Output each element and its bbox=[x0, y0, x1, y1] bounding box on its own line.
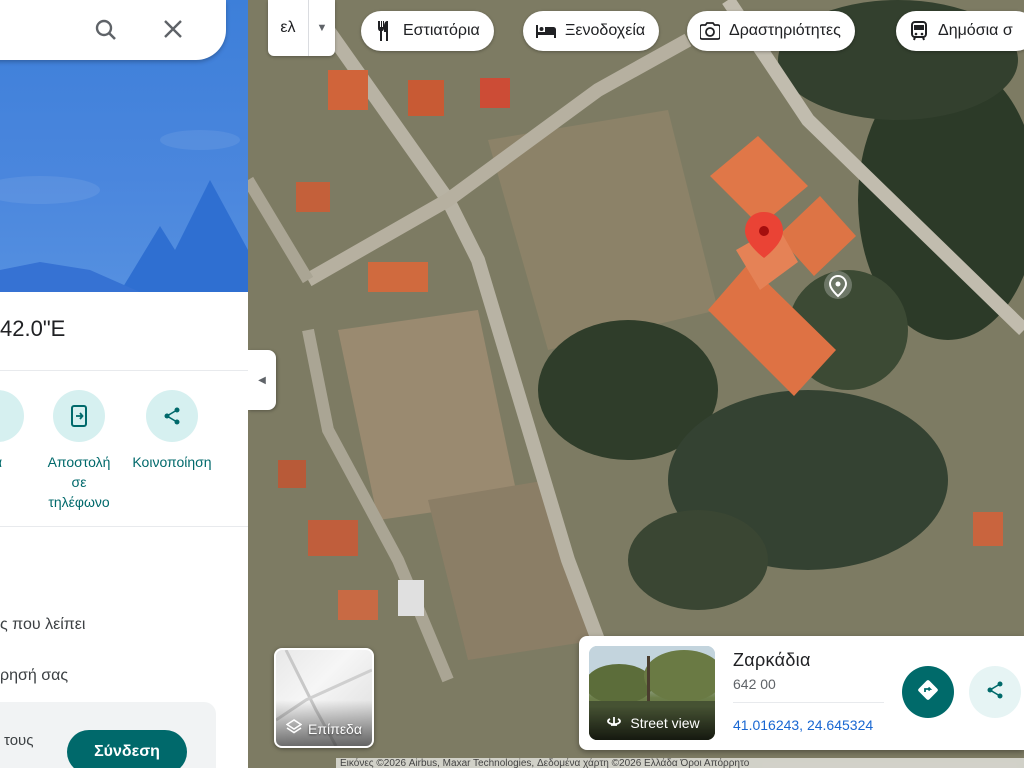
place-side-panel: 42.0"E ά Αποστολή σε τηλέφωνο Κοινοποίησ… bbox=[0, 0, 248, 768]
send-to-phone-action[interactable]: Αποστολή σε τηλέφωνο bbox=[39, 390, 119, 512]
street-view-label: Street view bbox=[630, 715, 700, 731]
camera-icon bbox=[699, 20, 721, 42]
send-to-phone-icon bbox=[53, 390, 105, 442]
signin-button[interactable]: Σύνδεση bbox=[67, 730, 187, 768]
map-attribution: Εικόνες ©2026 Airbus, Maxar Technologies… bbox=[336, 758, 1024, 768]
chevron-left-icon: ◀ bbox=[258, 374, 266, 386]
save-action[interactable]: ά bbox=[0, 390, 38, 472]
postal-code: 642 00 bbox=[733, 676, 776, 692]
share-action[interactable]: Κοινοποίηση bbox=[132, 390, 212, 472]
search-icon[interactable] bbox=[94, 18, 118, 47]
street-view-label-row: Street view bbox=[589, 706, 715, 740]
action-label: Κοινοποίηση bbox=[132, 454, 212, 470]
chip-label: Δραστηριότητες bbox=[729, 22, 841, 39]
chip-restaurants[interactable]: Εστιατόρια bbox=[361, 11, 494, 51]
search-bar[interactable] bbox=[0, 0, 226, 60]
action-label: ά bbox=[0, 452, 38, 472]
layers-button[interactable]: Επίπεδα bbox=[274, 648, 374, 748]
directions-icon bbox=[917, 679, 939, 706]
transit-icon bbox=[908, 20, 930, 42]
card-divider bbox=[733, 702, 884, 703]
chip-hotels[interactable]: Ξενοδοχεία bbox=[523, 11, 660, 51]
chip-label: Ξενοδοχεία bbox=[565, 22, 646, 39]
collapse-panel-button[interactable]: ◀ bbox=[248, 350, 276, 410]
action-label: Αποστολή σε τηλέφωνο bbox=[47, 454, 111, 510]
save-icon bbox=[0, 390, 24, 442]
share-icon bbox=[146, 390, 198, 442]
place-title: Ζαρκάδια bbox=[733, 650, 811, 670]
panel-hero-image bbox=[0, 0, 248, 292]
share-icon bbox=[985, 680, 1005, 705]
language-toggle[interactable]: ελ ▼ bbox=[268, 0, 335, 56]
coordinates-heading: 42.0"E bbox=[0, 316, 66, 341]
language-label: ελ bbox=[280, 19, 296, 36]
caret-down-icon[interactable]: ▼ bbox=[309, 22, 335, 34]
chip-label: Δημόσια σ bbox=[938, 22, 1013, 39]
street-view-thumbnail[interactable]: Street view bbox=[589, 646, 715, 740]
divider bbox=[0, 526, 248, 527]
add-missing-place-link[interactable]: ς που λείπει bbox=[0, 616, 85, 634]
divider bbox=[0, 370, 248, 371]
layers-label-row: Επίπεδα bbox=[276, 719, 372, 738]
place-info-card[interactable]: Street view Ζαρκάδια 642 00 41.016243, 2… bbox=[579, 636, 1024, 750]
place-marker-icon[interactable] bbox=[824, 271, 852, 299]
close-icon[interactable] bbox=[162, 18, 184, 45]
share-button[interactable] bbox=[969, 666, 1021, 718]
chip-activities[interactable]: Δραστηριότητες bbox=[687, 11, 855, 51]
signin-box: τους Σύνδεση bbox=[0, 702, 216, 768]
signin-hint: τους bbox=[4, 732, 34, 749]
chip-transit[interactable]: Δημόσια σ bbox=[896, 11, 1024, 51]
contribution-text: ρησή σας bbox=[0, 667, 69, 684]
layers-icon bbox=[285, 719, 303, 738]
hotel-icon bbox=[535, 20, 557, 42]
layers-label: Επίπεδα bbox=[308, 720, 362, 737]
directions-button[interactable] bbox=[902, 666, 954, 718]
place-coordinates-link[interactable]: 41.016243, 24.645324 bbox=[733, 717, 873, 733]
restaurant-icon bbox=[373, 20, 395, 42]
chip-label: Εστιατόρια bbox=[403, 22, 480, 39]
street-view-icon bbox=[604, 715, 624, 732]
